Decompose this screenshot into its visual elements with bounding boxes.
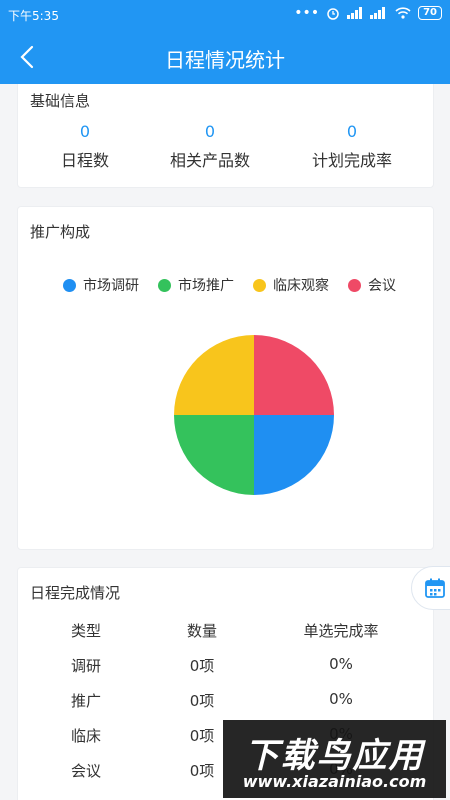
page-title: 日程情况统计 — [165, 48, 285, 72]
stat-label: 日程数 — [60, 151, 109, 170]
table-cell: 临床 — [70, 727, 101, 745]
basic-info-title: 基础信息 — [30, 92, 91, 110]
table-cell: 调研 — [70, 657, 101, 675]
stat-completion-rate: 0 计划完成率 — [282, 122, 422, 171]
table-cell: 0% — [329, 690, 353, 708]
promotion-title: 推广构成 — [30, 223, 91, 241]
watermark: 下载鸟应用 www.xiazainiao.com — [223, 720, 446, 798]
calendar-icon — [425, 578, 445, 598]
table-cell: 会议 — [70, 762, 101, 780]
signal-icon — [347, 7, 363, 19]
legend-label: 市场调研 — [83, 278, 139, 294]
table-header-row: 类型 数量 单选完成率 — [18, 620, 435, 655]
completion-title: 日程完成情况 — [30, 584, 121, 602]
stat-label: 计划完成率 — [311, 151, 392, 170]
table-cell: 推广 — [70, 692, 101, 710]
wifi-icon — [395, 7, 411, 19]
legend-label: 市场推广 — [178, 278, 234, 294]
alarm-icon — [327, 8, 339, 20]
legend-dot — [158, 278, 171, 292]
app-header: 下午5:35 ••• 70 日程情况统计 — [0, 0, 450, 84]
table-row: 调研 0项 0% — [18, 655, 435, 690]
table-header-cell: 单选完成率 — [303, 622, 379, 640]
legend-dot — [348, 278, 361, 292]
legend-item[interactable]: 临床观察 — [253, 275, 329, 295]
pie-slice-3[interactable] — [254, 335, 334, 415]
signal-hd-icon — [370, 7, 386, 19]
stat-value: 0 — [346, 122, 358, 141]
nav-bar: 日程情况统计 — [0, 30, 450, 84]
legend-item[interactable]: 会议 — [348, 275, 396, 295]
table-cell: 0% — [329, 655, 353, 673]
stat-label: 相关产品数 — [169, 151, 250, 170]
promotion-card: 推广构成 市场调研 市场推广 临床观察 会议 — [17, 206, 434, 550]
battery-icon: 70 — [418, 6, 442, 20]
pie-slice-2[interactable] — [174, 335, 254, 415]
chart-legend: 市场调研 市场推广 临床观察 会议 — [63, 275, 396, 295]
status-bar: 下午5:35 ••• 70 — [0, 0, 450, 30]
stat-value: 0 — [79, 122, 91, 141]
legend-label: 临床观察 — [273, 278, 329, 294]
watermark-title: 下载鸟应用 — [244, 736, 425, 776]
table-cell: 0项 — [189, 692, 215, 710]
legend-item[interactable]: 市场调研 — [63, 275, 139, 295]
calendar-button[interactable] — [411, 566, 450, 610]
legend-dot — [253, 278, 266, 292]
pie-slice-1[interactable] — [174, 415, 254, 495]
legend-dot — [63, 278, 76, 292]
stat-product-count: 0 相关产品数 — [140, 122, 280, 171]
legend-label: 会议 — [368, 278, 396, 294]
stat-schedule-count: 0 日程数 — [15, 122, 155, 171]
stat-value: 0 — [204, 122, 216, 141]
legend-item[interactable]: 市场推广 — [158, 275, 234, 295]
status-icons: ••• 70 — [294, 6, 442, 20]
watermark-url: www.xiazainiao.com — [242, 772, 427, 791]
table-header-cell: 类型 — [70, 622, 101, 640]
basic-info-card: 基础信息 0 日程数 0 相关产品数 0 计划完成率 — [17, 84, 434, 188]
table-cell: 0项 — [189, 657, 215, 675]
table-header-cell: 数量 — [186, 622, 217, 640]
status-time: 下午5:35 — [8, 9, 59, 23]
more-dots-icon: ••• — [294, 5, 320, 21]
pie-chart — [174, 335, 334, 495]
pie-slice-0[interactable] — [254, 415, 334, 495]
